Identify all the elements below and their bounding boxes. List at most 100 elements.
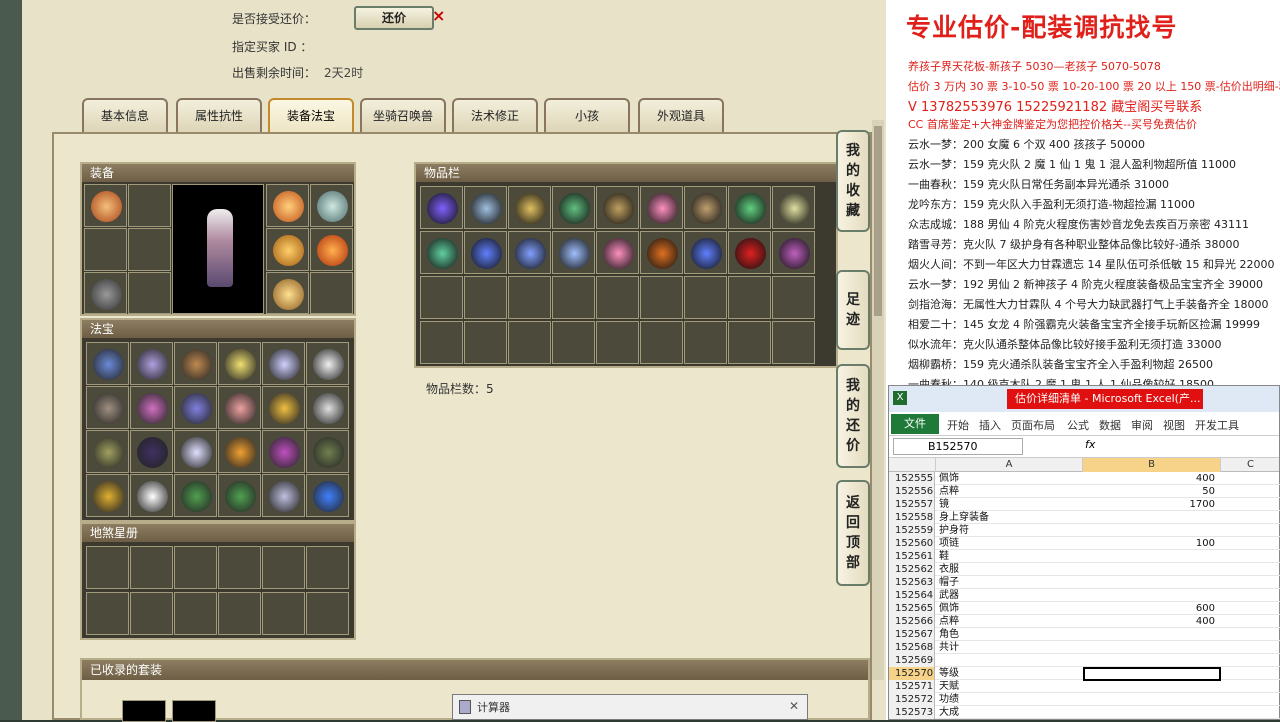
cell-b[interactable]: 600 [1083,602,1219,615]
cell-a[interactable]: 鞋 [939,550,949,563]
inventory-slot[interactable] [508,186,551,229]
fx-icon[interactable]: fx [1085,438,1095,451]
inventory-slot[interactable] [684,276,727,319]
cell-a[interactable]: 镜 [939,498,949,511]
inventory-slot[interactable] [596,186,639,229]
inventory-slot[interactable] [728,276,771,319]
tab-attributes[interactable]: 属性抗性 [176,98,262,132]
treasure-slot[interactable] [130,386,173,429]
cell-a[interactable]: 佩饰 [939,472,959,485]
tab-view[interactable]: 视图 [1163,417,1185,433]
register-slot[interactable] [174,592,217,635]
close-icon[interactable]: × [432,6,445,25]
inventory-slot[interactable] [508,276,551,319]
cell-a[interactable]: 武器 [939,589,959,602]
inventory-slot[interactable] [772,276,815,319]
row-number[interactable]: 152572 [889,693,935,706]
cell-a[interactable]: 点粹 [939,485,959,498]
set-item[interactable] [172,700,216,722]
register-slot[interactable] [174,546,217,589]
file-tab[interactable]: 文件 [891,414,939,434]
treasure-slot[interactable] [86,474,129,517]
inventory-slot[interactable] [684,186,727,229]
inventory-slot[interactable] [772,186,815,229]
register-slot[interactable] [86,546,129,589]
equip-slot[interactable] [310,228,353,271]
treasure-slot[interactable] [86,430,129,473]
equip-slot[interactable] [128,184,171,227]
row-number[interactable]: 152565 [889,602,935,615]
cell-a[interactable]: 功绩 [939,693,959,706]
tab-spell-mods[interactable]: 法术修正 [452,98,538,132]
inventory-slot[interactable] [464,321,507,364]
back-to-top-button[interactable]: 返回顶部 [836,480,870,586]
selected-cell[interactable] [1083,667,1221,681]
cell-b[interactable]: 1700 [1083,498,1219,511]
offer-button[interactable]: 还价 [354,6,434,30]
inventory-slot[interactable] [640,321,683,364]
cell-a[interactable]: 项链 [939,537,959,550]
tab-appearance[interactable]: 外观道具 [638,98,724,132]
equip-slot[interactable] [310,184,353,227]
tab-developer[interactable]: 开发工具 [1195,417,1239,433]
name-box[interactable]: B152570 [893,438,1023,455]
set-item[interactable] [122,700,166,722]
treasure-slot[interactable] [262,474,305,517]
page-scrollbar[interactable] [872,120,884,680]
calculator-window[interactable]: 计算器 ✕ [452,694,808,720]
inventory-slot[interactable] [464,231,507,274]
scrollbar-thumb[interactable] [874,126,882,316]
row-number[interactable]: 152561 [889,550,935,563]
register-slot[interactable] [262,592,305,635]
cell-a[interactable]: 共计 [939,641,959,654]
inventory-slot[interactable] [684,231,727,274]
inventory-slot[interactable] [552,186,595,229]
tab-basic-info[interactable]: 基本信息 [82,98,168,132]
cell-a[interactable]: 等级 [939,667,959,680]
treasure-slot[interactable] [306,474,349,517]
inventory-slot[interactable] [684,321,727,364]
inventory-slot[interactable] [464,276,507,319]
row-number[interactable]: 152569 [889,654,935,667]
treasure-slot[interactable] [218,386,261,429]
equip-slot[interactable] [84,228,127,271]
treasure-slot[interactable] [262,342,305,385]
tab-page-layout[interactable]: 页面布局 [1011,417,1055,433]
equip-slot[interactable] [128,228,171,271]
treasure-slot[interactable] [306,430,349,473]
row-number[interactable]: 152563 [889,576,935,589]
tab-mounts-pets[interactable]: 坐骑召唤兽 [360,98,446,132]
row-number[interactable]: 152556 [889,485,935,498]
tab-review[interactable]: 审阅 [1131,417,1153,433]
treasure-slot[interactable] [174,342,217,385]
equip-slot[interactable] [266,184,309,227]
row-number[interactable]: 152566 [889,615,935,628]
treasure-slot[interactable] [262,430,305,473]
inventory-slot[interactable] [508,231,551,274]
register-slot[interactable] [218,546,261,589]
cell-a[interactable]: 天赋 [939,680,959,693]
inventory-slot[interactable] [772,231,815,274]
row-number[interactable]: 152557 [889,498,935,511]
sheet-grid[interactable]: 152555 佩饰 400 152556 点粹 50 152557 镜 1700 152558 身上… [889,472,1280,719]
register-slot[interactable] [130,546,173,589]
inventory-slot[interactable] [420,276,463,319]
column-header-a[interactable]: A [936,458,1083,472]
row-number[interactable]: 152568 [889,641,935,654]
treasure-slot[interactable] [130,474,173,517]
cell-a[interactable]: 佩饰 [939,602,959,615]
inventory-slot[interactable] [420,186,463,229]
register-slot[interactable] [262,546,305,589]
column-header-c[interactable]: C [1221,458,1280,472]
register-slot[interactable] [306,592,349,635]
inventory-slot[interactable] [728,186,771,229]
inventory-slot[interactable] [728,231,771,274]
cell-b[interactable]: 400 [1083,472,1219,485]
footprints-button[interactable]: 足迹 [836,270,870,350]
row-number[interactable]: 152560 [889,537,935,550]
cell-a[interactable]: 身上穿装备 [939,511,989,524]
cell-a[interactable]: 角色 [939,628,959,641]
cell-a[interactable]: 点粹 [939,615,959,628]
equip-slot[interactable] [310,272,353,314]
row-number[interactable]: 152573 [889,706,935,719]
